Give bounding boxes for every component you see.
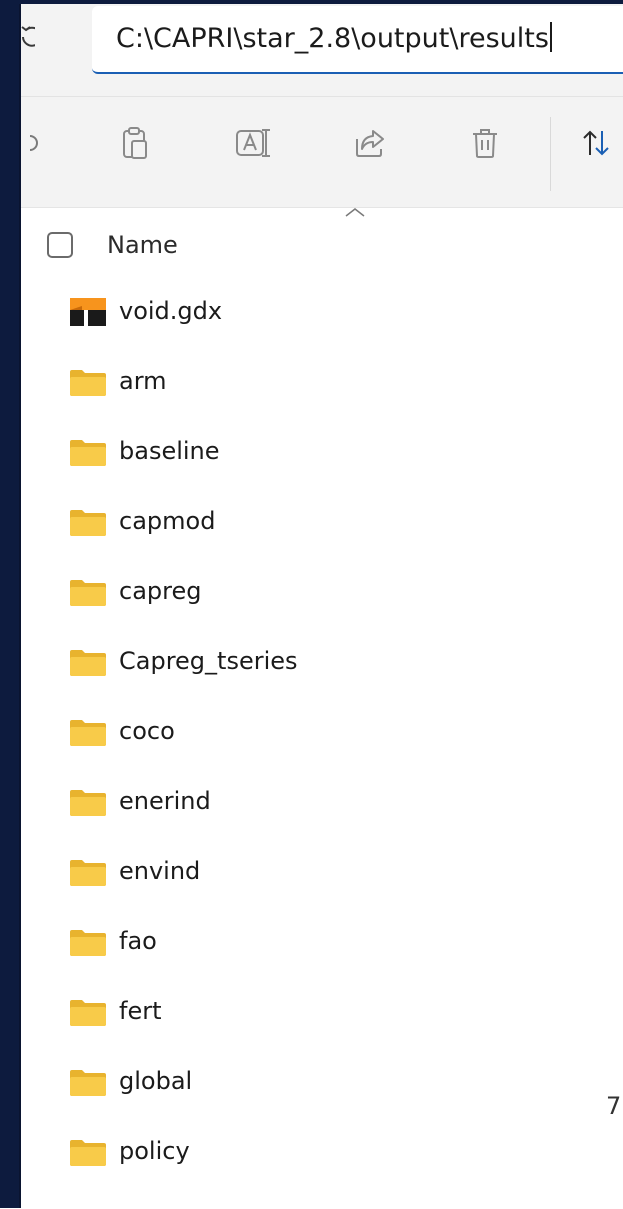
- list-item[interactable]: policy: [21, 1117, 623, 1187]
- folder-icon: [70, 926, 106, 958]
- file-name: fert: [119, 997, 162, 1025]
- file-name: global: [119, 1067, 193, 1095]
- folder-icon: [70, 366, 106, 398]
- address-path-text: C:\CAPRI\star_2.8\output\results: [116, 21, 552, 57]
- folder-icon: [70, 716, 106, 748]
- folder-icon: [70, 576, 106, 608]
- page-number: 7: [606, 1092, 622, 1120]
- list-item[interactable]: baseline: [21, 417, 623, 487]
- file-name: Capreg_tseries: [119, 647, 298, 675]
- folder-icon: [70, 506, 106, 538]
- delete-icon[interactable]: [461, 119, 509, 167]
- file-name: capmod: [119, 507, 216, 535]
- list-item[interactable]: fao: [21, 907, 623, 977]
- folder-icon: [70, 646, 106, 678]
- folder-icon: [70, 996, 106, 1028]
- command-toolbar: [21, 96, 623, 208]
- file-name: fao: [119, 927, 157, 955]
- folder-icon: [70, 1066, 106, 1098]
- window-left-edge: [0, 0, 21, 1208]
- folder-icon: [70, 436, 106, 468]
- list-item[interactable]: void.gdx: [21, 277, 623, 347]
- sort-icon[interactable]: [579, 119, 623, 167]
- list-item[interactable]: Capreg_tseries: [21, 627, 623, 697]
- file-name: coco: [119, 717, 175, 745]
- text-caret: [549, 22, 552, 52]
- refresh-icon[interactable]: [21, 24, 35, 50]
- gdx-file-icon: [70, 296, 106, 328]
- list-item[interactable]: enerind: [21, 767, 623, 837]
- folder-icon: [70, 786, 106, 818]
- toolbar-separator: [550, 117, 551, 191]
- file-name: policy: [119, 1137, 190, 1165]
- paste-icon[interactable]: [111, 119, 159, 167]
- folder-icon: [70, 856, 106, 888]
- list-item[interactable]: capreg: [21, 557, 623, 627]
- file-name: arm: [119, 367, 167, 395]
- list-item[interactable]: coco: [21, 697, 623, 767]
- window-top-edge: [0, 0, 623, 4]
- share-icon[interactable]: [346, 119, 394, 167]
- rename-icon[interactable]: [231, 119, 279, 167]
- list-item[interactable]: fert: [21, 977, 623, 1047]
- file-name: enerind: [119, 787, 211, 815]
- file-list: Name void.gdx arm baseline capmod capreg…: [21, 207, 623, 1209]
- list-item[interactable]: capmod: [21, 487, 623, 557]
- column-header-row: Name: [21, 216, 623, 260]
- file-name: baseline: [119, 437, 220, 465]
- file-name: capreg: [119, 577, 202, 605]
- list-item[interactable]: global: [21, 1047, 623, 1117]
- list-item[interactable]: envind: [21, 837, 623, 907]
- name-column-header[interactable]: Name: [107, 229, 178, 261]
- select-all-checkbox[interactable]: [47, 232, 73, 258]
- cut-icon[interactable]: [3, 119, 51, 167]
- list-item[interactable]: arm: [21, 347, 623, 417]
- file-name: void.gdx: [119, 297, 223, 325]
- file-name: envind: [119, 857, 201, 885]
- address-input[interactable]: C:\CAPRI\star_2.8\output\results: [92, 6, 623, 74]
- folder-icon: [70, 1136, 106, 1168]
